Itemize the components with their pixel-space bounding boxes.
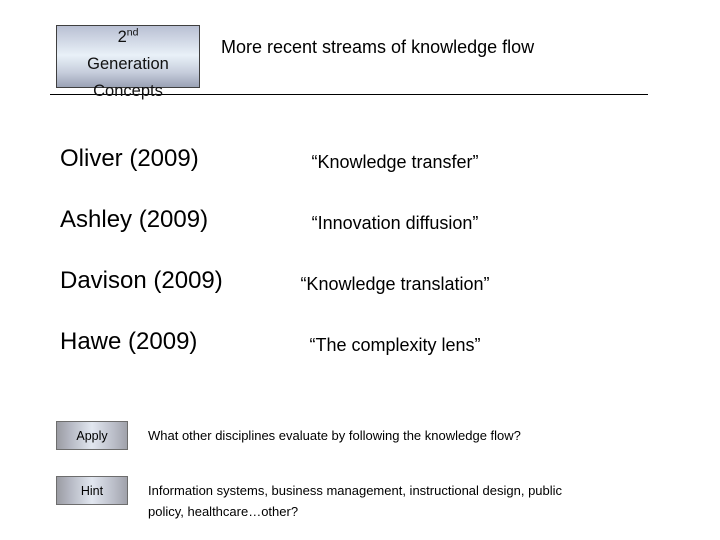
list-item: Davison (2009) “Knowledge translation” <box>0 254 720 315</box>
hint-button[interactable]: Hint <box>56 476 128 505</box>
entry-concept: “The complexity lens” <box>309 335 481 355</box>
entry-author: Hawe (2009) <box>60 328 198 355</box>
entry-concept: “Knowledge transfer” <box>311 152 479 172</box>
hint-prompt-line-2: policy, healthcare…other? <box>148 504 299 519</box>
hint-prompt-text: Information systems, business management… <box>148 480 678 522</box>
entry-concept: “Innovation diffusion” <box>311 213 479 233</box>
header-divider <box>50 94 648 95</box>
list-item: Hawe (2009) “The complexity lens” <box>0 315 720 376</box>
apply-button[interactable]: Apply <box>56 421 128 450</box>
apply-prompt-text: What other disciplines evaluate by follo… <box>148 425 678 446</box>
hint-prompt-line-1: Information systems, business management… <box>148 483 563 498</box>
entry-author: Oliver (2009) <box>60 145 199 172</box>
apply-prompt-line-1: What other disciplines evaluate by follo… <box>148 428 521 443</box>
page-title: More recent streams of knowledge flow <box>221 37 535 57</box>
entry-list: Oliver (2009) “Knowledge transfer” Ashle… <box>0 132 720 376</box>
entry-author: Davison (2009) <box>60 267 223 294</box>
entry-concept: “Knowledge translation” <box>300 274 490 294</box>
list-item: Ashley (2009) “Innovation diffusion” <box>0 193 720 254</box>
list-item: Oliver (2009) “Knowledge transfer” <box>0 132 720 193</box>
slide-canvas: 2nd Generation Concepts More recent stre… <box>0 0 720 540</box>
entry-author: Ashley (2009) <box>60 206 209 233</box>
generation-concepts-badge <box>56 25 200 88</box>
